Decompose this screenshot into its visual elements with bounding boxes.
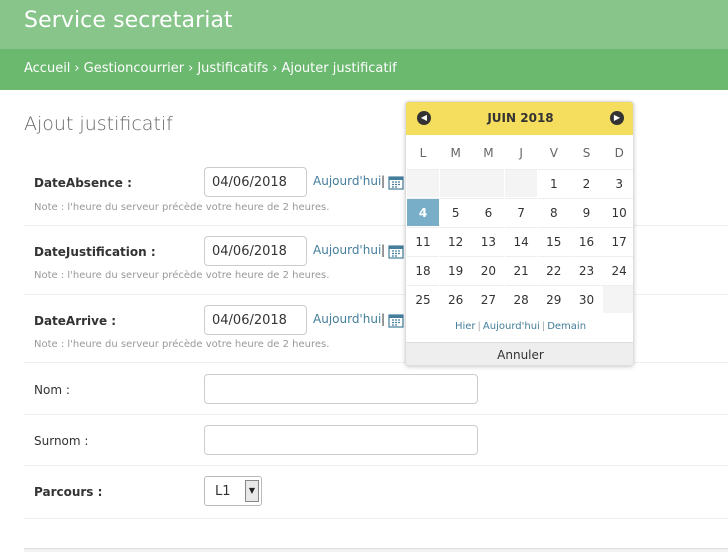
- page-title: Ajout justificatif: [24, 113, 173, 135]
- calendar-day-today[interactable]: 4: [407, 198, 439, 226]
- chevron-down-icon[interactable]: ▼: [245, 480, 259, 502]
- parcours-select[interactable]: L1 ▼: [204, 476, 262, 506]
- calendar-day[interactable]: 17: [603, 227, 633, 255]
- surnom-label: Surnom :: [34, 434, 89, 448]
- breadcrumb-justificatifs[interactable]: Justificatifs: [197, 61, 268, 76]
- breadcrumb-current: Ajouter justificatif: [281, 61, 397, 76]
- form-row-surnom: Surnom :: [24, 415, 728, 466]
- calendar-day[interactable]: 7: [505, 198, 538, 226]
- weekday-header: L: [419, 146, 427, 160]
- calendar-day[interactable]: 28: [505, 285, 538, 313]
- calendar-day[interactable]: 22: [537, 256, 570, 284]
- calendar-day[interactable]: 20: [472, 256, 505, 284]
- server-time-note: Note : l'heure du serveur précède votre …: [34, 270, 330, 281]
- today-link[interactable]: Aujourd'hui: [483, 321, 540, 332]
- date-arrive-input[interactable]: [204, 305, 307, 335]
- calendar-day[interactable]: 30: [570, 285, 603, 313]
- weekday-header: J: [519, 146, 523, 160]
- weekday-header: D: [614, 146, 624, 160]
- nom-input[interactable]: [204, 374, 478, 404]
- shortcut-separator: |: [381, 312, 386, 326]
- calendar-icon[interactable]: [388, 174, 404, 190]
- calendar-day[interactable]: 15: [537, 227, 570, 255]
- date-justification-input[interactable]: [204, 236, 307, 266]
- calendar-day[interactable]: 26: [439, 285, 472, 313]
- calendar-day[interactable]: 6: [472, 198, 505, 226]
- calendar-day[interactable]: 14: [505, 227, 538, 255]
- form-row-parcours: Parcours : L1 ▼: [24, 466, 728, 519]
- calendar-empty-cell: [603, 285, 633, 313]
- calendar-header: ◀ JUIN 2018 ▶: [406, 102, 633, 135]
- quick-link-separator: |: [477, 321, 481, 332]
- site-title[interactable]: Service secretariat: [24, 8, 233, 33]
- breadcrumb: Accueil › Gestioncourrier › Justificatifs › Aj…: [0, 49, 728, 90]
- calendar-day[interactable]: 9: [570, 198, 603, 226]
- calendar-caption: JUIN 2018: [487, 111, 554, 125]
- calendar-icon[interactable]: [388, 243, 404, 259]
- shortcut-separator: |: [381, 243, 386, 257]
- submit-row: [24, 548, 728, 552]
- breadcrumb-separator: ›: [188, 61, 194, 76]
- calendar-day[interactable]: 5: [439, 198, 472, 226]
- shortcut-separator: |: [381, 174, 386, 188]
- yesterday-link[interactable]: Hier: [455, 321, 476, 332]
- parcours-label: Parcours :: [34, 485, 103, 499]
- calendar-day[interactable]: 1: [537, 169, 570, 197]
- weekday-header: M: [450, 146, 461, 160]
- calendar-empty-cell: [472, 169, 505, 197]
- calendar-day[interactable]: 27: [472, 285, 505, 313]
- calendar-day[interactable]: 3: [603, 169, 633, 197]
- weekday-header: V: [549, 146, 558, 160]
- calendar-empty-cell: [407, 169, 439, 197]
- calendar-empty-cell: [505, 169, 538, 197]
- surnom-input[interactable]: [204, 425, 478, 455]
- next-month-icon[interactable]: ▶: [610, 111, 624, 125]
- date-absence-today-link[interactable]: Aujourd'hui: [313, 174, 381, 188]
- nom-label: Nom :: [34, 383, 70, 397]
- calendar-day[interactable]: 24: [603, 256, 633, 284]
- calendar-day[interactable]: 13: [472, 227, 505, 255]
- tomorrow-link[interactable]: Demain: [547, 321, 586, 332]
- calendar-day[interactable]: 16: [570, 227, 603, 255]
- breadcrumb-separator: ›: [74, 61, 80, 76]
- weekday-header: M: [483, 146, 494, 160]
- date-justification-today-link[interactable]: Aujourd'hui: [313, 243, 381, 257]
- calendar-empty-cell: [439, 169, 472, 197]
- date-arrive-label: DateArrive :: [34, 314, 117, 328]
- calendar-day[interactable]: 8: [537, 198, 570, 226]
- calendar-day[interactable]: 10: [603, 198, 633, 226]
- date-justification-label: DateJustification :: [34, 245, 156, 259]
- calendar-day[interactable]: 29: [537, 285, 570, 313]
- site-header: Service secretariat: [0, 0, 728, 49]
- calendar-day[interactable]: 18: [407, 256, 439, 284]
- calendar-day[interactable]: 11: [407, 227, 439, 255]
- server-time-note: Note : l'heure du serveur précède votre …: [34, 202, 330, 213]
- calendar-day[interactable]: 12: [439, 227, 472, 255]
- form-row-nom: Nom :: [24, 363, 728, 415]
- calendar-day[interactable]: 23: [570, 256, 603, 284]
- parcours-selected-value: L1: [215, 484, 231, 499]
- date-absence-label: DateAbsence :: [34, 176, 132, 190]
- breadcrumb-gestioncourrier[interactable]: Gestioncourrier: [84, 61, 185, 76]
- cancel-button[interactable]: Annuler: [406, 342, 633, 365]
- calendar-icon[interactable]: [388, 312, 404, 328]
- calendar-day[interactable]: 21: [505, 256, 538, 284]
- date-absence-input[interactable]: [204, 167, 307, 197]
- calendar-day[interactable]: 19: [439, 256, 472, 284]
- breadcrumb-separator: ›: [272, 61, 278, 76]
- server-time-note: Note : l'heure du serveur précède votre …: [34, 339, 330, 350]
- calendar-day[interactable]: 2: [570, 169, 603, 197]
- breadcrumb-accueil[interactable]: Accueil: [24, 61, 70, 76]
- date-arrive-today-link[interactable]: Aujourd'hui: [313, 312, 381, 326]
- weekday-header: S: [582, 146, 591, 160]
- calendar-popup: ◀ JUIN 2018 ▶ LMMJVSD 1 2 3 4 5 6 7 8 9 10 11 12 13 1…: [405, 101, 634, 366]
- calendar-day[interactable]: 25: [407, 285, 439, 313]
- calendar-quick-links: Hier | Aujourd'hui | Demain: [406, 321, 633, 332]
